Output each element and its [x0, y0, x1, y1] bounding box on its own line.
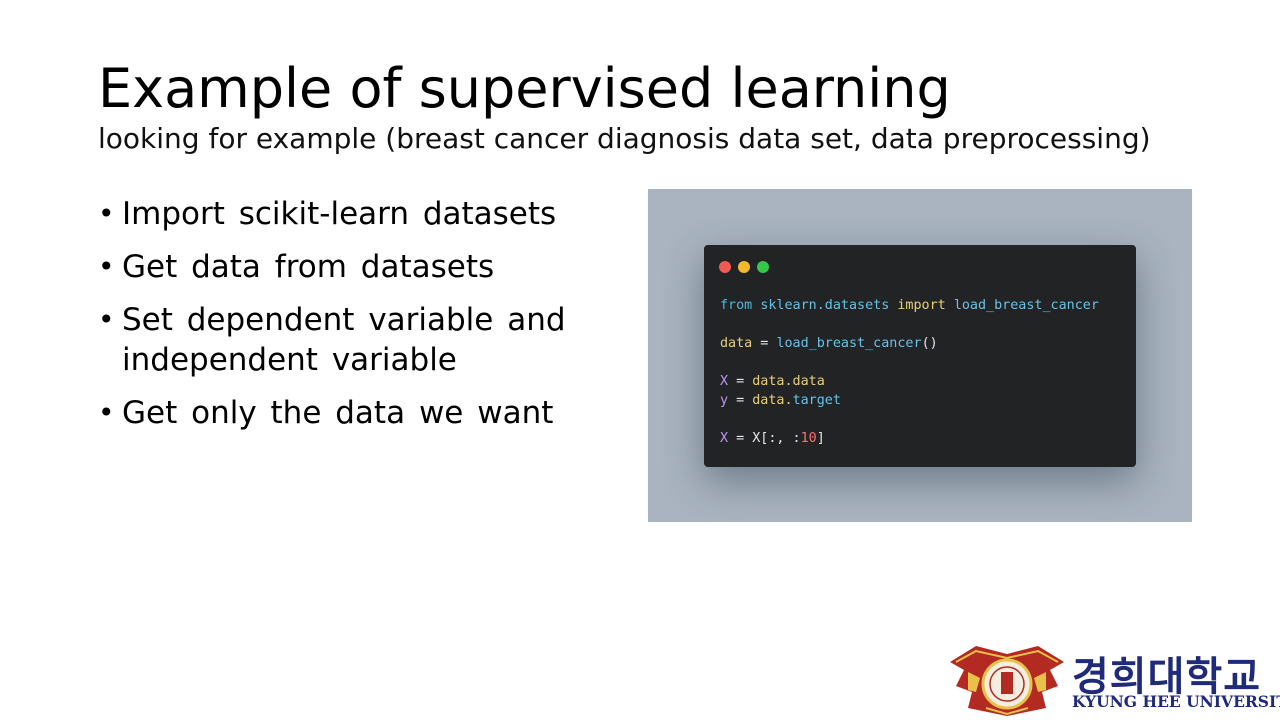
code-token: target — [792, 393, 841, 408]
code-line: y = data.target — [720, 391, 1099, 410]
bullet-text: Get data from datasets — [122, 249, 495, 285]
university-emblem-icon — [950, 646, 1064, 716]
slide-title: Example of supervised learning — [98, 57, 951, 120]
minimize-dot-icon — [738, 261, 750, 273]
code-token: load_breast_cancer — [953, 298, 1099, 313]
bullet-item: • Set dependent variable and independent … — [98, 300, 618, 380]
code-token: = — [728, 374, 753, 389]
code-line: from sklearn.datasets import load_breast… — [720, 296, 1099, 315]
logo-english-name: KYUNG HEE UNIVERSITY — [1072, 692, 1280, 711]
code-token: = — [728, 431, 753, 446]
code-token: X — [720, 374, 729, 389]
maximize-dot-icon — [757, 261, 769, 273]
code-token: data. — [752, 393, 793, 408]
bullet-dot: • — [98, 396, 115, 429]
bullet-dot: • — [98, 197, 115, 230]
code-token: = — [728, 393, 753, 408]
code-token: () — [921, 336, 938, 351]
code-token: X — [720, 431, 729, 446]
code-screenshot-panel: from sklearn.datasets import load_breast… — [648, 189, 1192, 522]
bullet-text: Import scikit-learn datasets — [122, 196, 557, 232]
code-token: sklearn.datasets — [760, 298, 890, 313]
code-token: import — [897, 298, 946, 313]
code-token: 10 — [800, 431, 817, 446]
code-token: y — [720, 393, 729, 408]
window-controls — [719, 261, 769, 273]
code-token: ] — [816, 431, 825, 446]
code-window: from sklearn.datasets import load_breast… — [704, 245, 1136, 467]
code-line: data = load_breast_cancer() — [720, 334, 1099, 353]
code-token: data — [720, 336, 753, 351]
code-token: X[:, : — [752, 431, 801, 446]
bullet-item: • Import scikit-learn datasets — [98, 194, 618, 234]
code-line: X = X[:, :10] — [720, 429, 1099, 448]
code-line: X = data.data — [720, 372, 1099, 391]
bullet-list: • Import scikit-learn datasets • Get data … — [98, 194, 618, 446]
code-token: from — [720, 298, 753, 313]
bullet-text: Get only the data we want — [122, 395, 554, 431]
bullet-dot: • — [98, 303, 115, 336]
code-token: data.data — [752, 374, 825, 389]
code-token: load_breast_cancer — [776, 336, 922, 351]
slide-subtitle: looking for example (breast cancer diagn… — [98, 122, 1151, 155]
bullet-item: • Get only the data we want — [98, 393, 618, 433]
bullet-item: • Get data from datasets — [98, 247, 618, 287]
code-block: from sklearn.datasets import load_breast… — [720, 296, 1099, 448]
university-logo: 경희대학교 KYUNG HEE UNIVERSITY — [946, 642, 1280, 718]
bullet-text: Set dependent variable and independent v… — [122, 302, 566, 378]
close-dot-icon — [719, 261, 731, 273]
code-token: = — [752, 336, 777, 351]
bullet-dot: • — [98, 250, 115, 283]
